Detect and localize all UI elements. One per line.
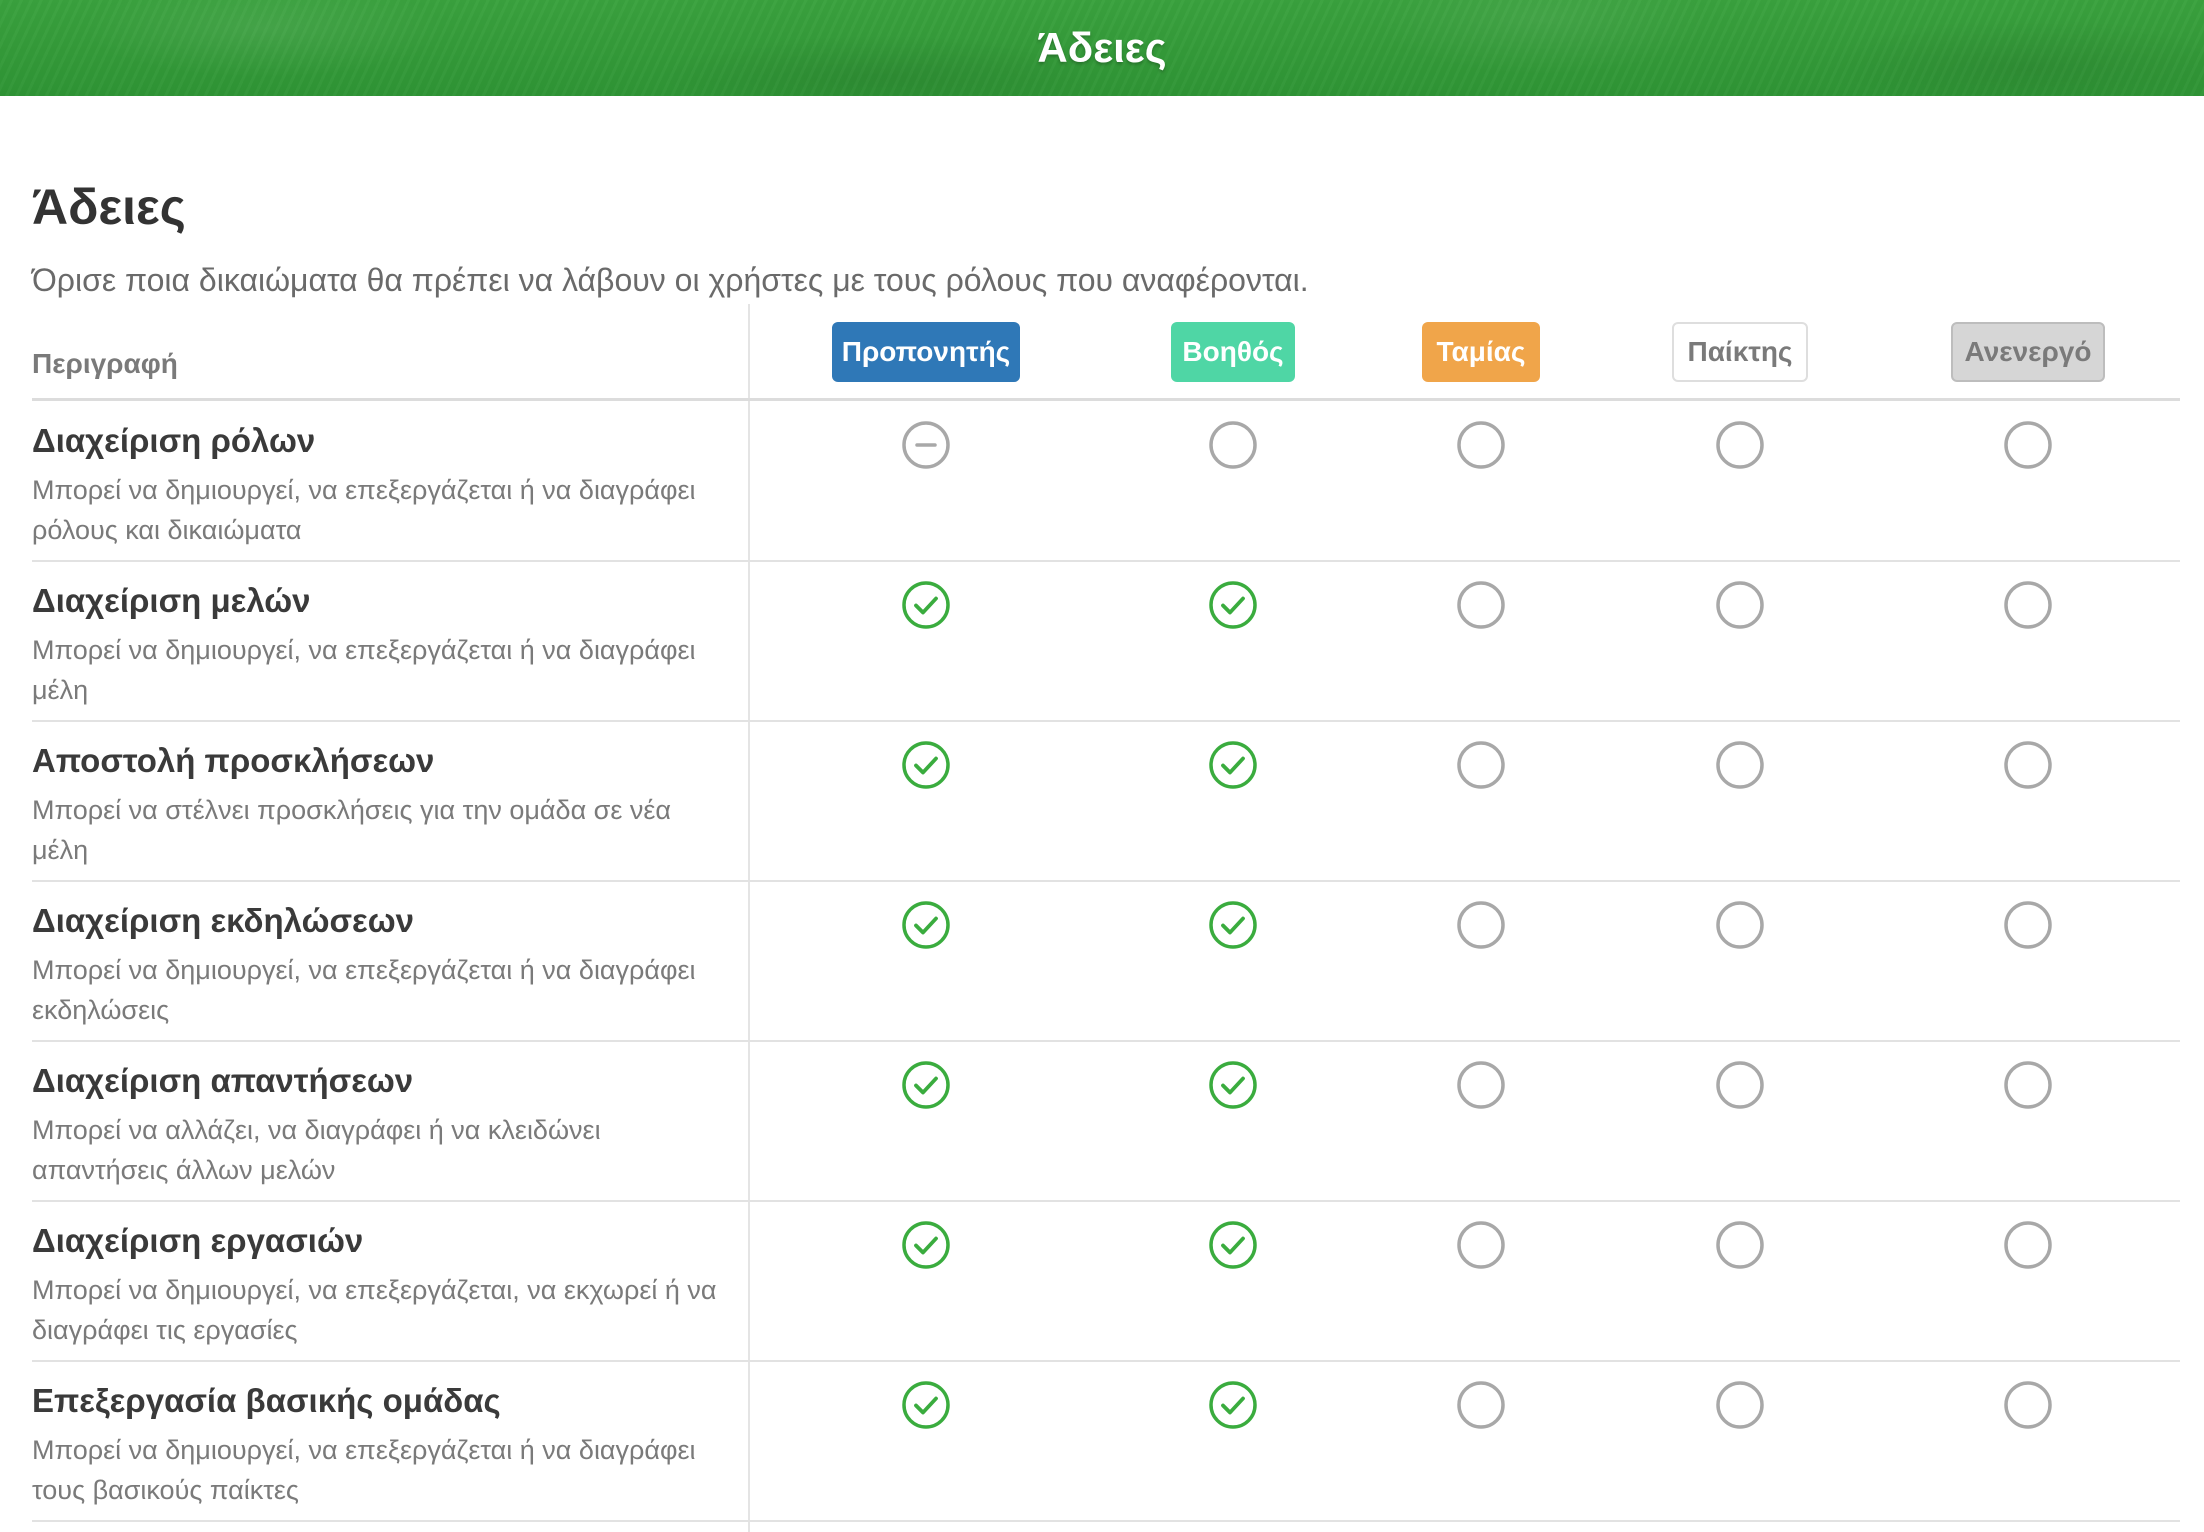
permission-toggle-inactive-empty-circle-icon[interactable]: [2003, 900, 2053, 950]
topbar-title: Άδειες: [1037, 24, 1167, 71]
permission-toggle-assistant-check-circle-icon[interactable]: [1208, 740, 1258, 790]
permission-toggle-inactive-empty-circle-icon[interactable]: [2003, 740, 2053, 790]
permission-row: Διαχείριση απαντήσεων Μπορεί να αλλάζει, …: [32, 1042, 2180, 1202]
permission-toggle-assistant-check-circle-icon[interactable]: [1208, 1220, 1258, 1270]
permission-toggle-assistant-check-circle-icon[interactable]: [1208, 900, 1258, 950]
permission-toggle-player-empty-circle-icon[interactable]: [1715, 1380, 1765, 1430]
permission-toggle-player-empty-circle-icon[interactable]: [1715, 420, 1765, 470]
permission-title: Επεξεργασία βασικής ομάδας: [32, 1382, 501, 1419]
permission-toggle-assistant-check-circle-icon[interactable]: [1208, 1380, 1258, 1430]
description-column-header: Περιγραφή: [32, 348, 178, 379]
permission-toggle-player-empty-circle-icon[interactable]: [1715, 580, 1765, 630]
permission-row: Διαχείριση εργασιών Μπορεί να δημιουργεί,…: [32, 1202, 2180, 1362]
permission-toggle-coach-check-circle-icon[interactable]: [901, 1220, 951, 1270]
permission-row: Αποστολή προσκλήσεων Μπορεί να στέλνει πρ…: [32, 722, 2180, 882]
permission-title: Διαχείριση εκδηλώσεων: [32, 902, 414, 939]
role-header-coach[interactable]: Προπονητής: [832, 322, 1020, 382]
permission-toggle-player-empty-circle-icon[interactable]: [1715, 1220, 1765, 1270]
permission-toggle-coach-minus-circle-icon: [901, 420, 951, 470]
permission-row: Διαχείριση ρόλων Μπορεί να δημιουργεί, να…: [32, 402, 2180, 562]
permission-title: Διαχείριση μελών: [32, 582, 311, 619]
permission-toggle-inactive-empty-circle-icon[interactable]: [2003, 580, 2053, 630]
permission-description: Μπορεί να δημιουργεί, να επεξεργάζεται ή…: [32, 635, 696, 705]
permission-toggle-inactive-empty-circle-icon[interactable]: [2003, 1220, 2053, 1270]
permission-toggle-assistant-empty-circle-icon[interactable]: [1208, 420, 1258, 470]
permission-description: Μπορεί να δημιουργεί, να επεξεργάζεται ή…: [32, 1435, 696, 1505]
permission-toggle-coach-check-circle-icon[interactable]: [901, 1060, 951, 1110]
permission-row: Επεξεργασία βασικής ομάδας Μπορεί να δημι…: [32, 1362, 2180, 1522]
permission-toggle-player-empty-circle-icon[interactable]: [1715, 900, 1765, 950]
role-header-player[interactable]: Παίκτης: [1672, 322, 1808, 382]
permission-title: Διαχείριση ρόλων: [32, 422, 316, 459]
permission-toggle-treasurer-empty-circle-icon[interactable]: [1456, 900, 1506, 950]
top-bar: Άδειες: [0, 0, 2204, 96]
permission-title: Διαχείριση εργασιών: [32, 1222, 364, 1259]
permission-description: Μπορεί να δημιουργεί, να επεξεργάζεται ή…: [32, 955, 696, 1025]
permission-toggle-inactive-empty-circle-icon[interactable]: [2003, 1380, 2053, 1430]
role-header-assistant[interactable]: Βοηθός: [1171, 322, 1295, 382]
permission-description: Μπορεί να δημιουργεί, να επεξεργάζεται, …: [32, 1275, 717, 1345]
permission-row: Διαχείριση μελών Μπορεί να δημιουργεί, να…: [32, 562, 2180, 722]
permission-title: Αποστολή προσκλήσεων: [32, 742, 435, 779]
page-subtitle: Όρισε ποια δικαιώματα θα πρέπει να λάβου…: [32, 262, 1309, 298]
permission-toggle-player-empty-circle-icon[interactable]: [1715, 740, 1765, 790]
permission-description: Μπορεί να δημιουργεί, να επεξεργάζεται ή…: [32, 475, 696, 545]
permission-toggle-inactive-empty-circle-icon[interactable]: [2003, 420, 2053, 470]
header-divider: [32, 398, 2180, 401]
role-header-treasurer[interactable]: Ταμίας: [1422, 322, 1540, 382]
permission-toggle-inactive-empty-circle-icon[interactable]: [2003, 1060, 2053, 1110]
permission-toggle-coach-check-circle-icon[interactable]: [901, 580, 951, 630]
permission-toggle-treasurer-empty-circle-icon[interactable]: [1456, 1220, 1506, 1270]
permission-toggle-coach-check-circle-icon[interactable]: [901, 1380, 951, 1430]
permission-toggle-treasurer-empty-circle-icon[interactable]: [1456, 420, 1506, 470]
permission-toggle-treasurer-empty-circle-icon[interactable]: [1456, 740, 1506, 790]
permission-toggle-assistant-check-circle-icon[interactable]: [1208, 1060, 1258, 1110]
permission-toggle-player-empty-circle-icon[interactable]: [1715, 1060, 1765, 1110]
permission-toggle-coach-check-circle-icon[interactable]: [901, 900, 951, 950]
permission-toggle-treasurer-empty-circle-icon[interactable]: [1456, 1380, 1506, 1430]
permission-description: Μπορεί να στέλνει προσκλήσεις για την ομ…: [32, 795, 672, 865]
permission-row: Διαχείριση εκδηλώσεων Μπορεί να δημιουργε…: [32, 882, 2180, 1042]
page-title: Άδειες: [32, 179, 186, 235]
permission-toggle-treasurer-empty-circle-icon[interactable]: [1456, 580, 1506, 630]
role-header-inactive[interactable]: Ανενεργό: [1951, 322, 2105, 382]
permission-description: Μπορεί να αλλάζει, να διαγράφει ή να κλε…: [32, 1115, 601, 1185]
permission-toggle-coach-check-circle-icon[interactable]: [901, 740, 951, 790]
permission-toggle-assistant-check-circle-icon[interactable]: [1208, 580, 1258, 630]
permission-toggle-treasurer-empty-circle-icon[interactable]: [1456, 1060, 1506, 1110]
permission-title: Διαχείριση απαντήσεων: [32, 1062, 414, 1099]
